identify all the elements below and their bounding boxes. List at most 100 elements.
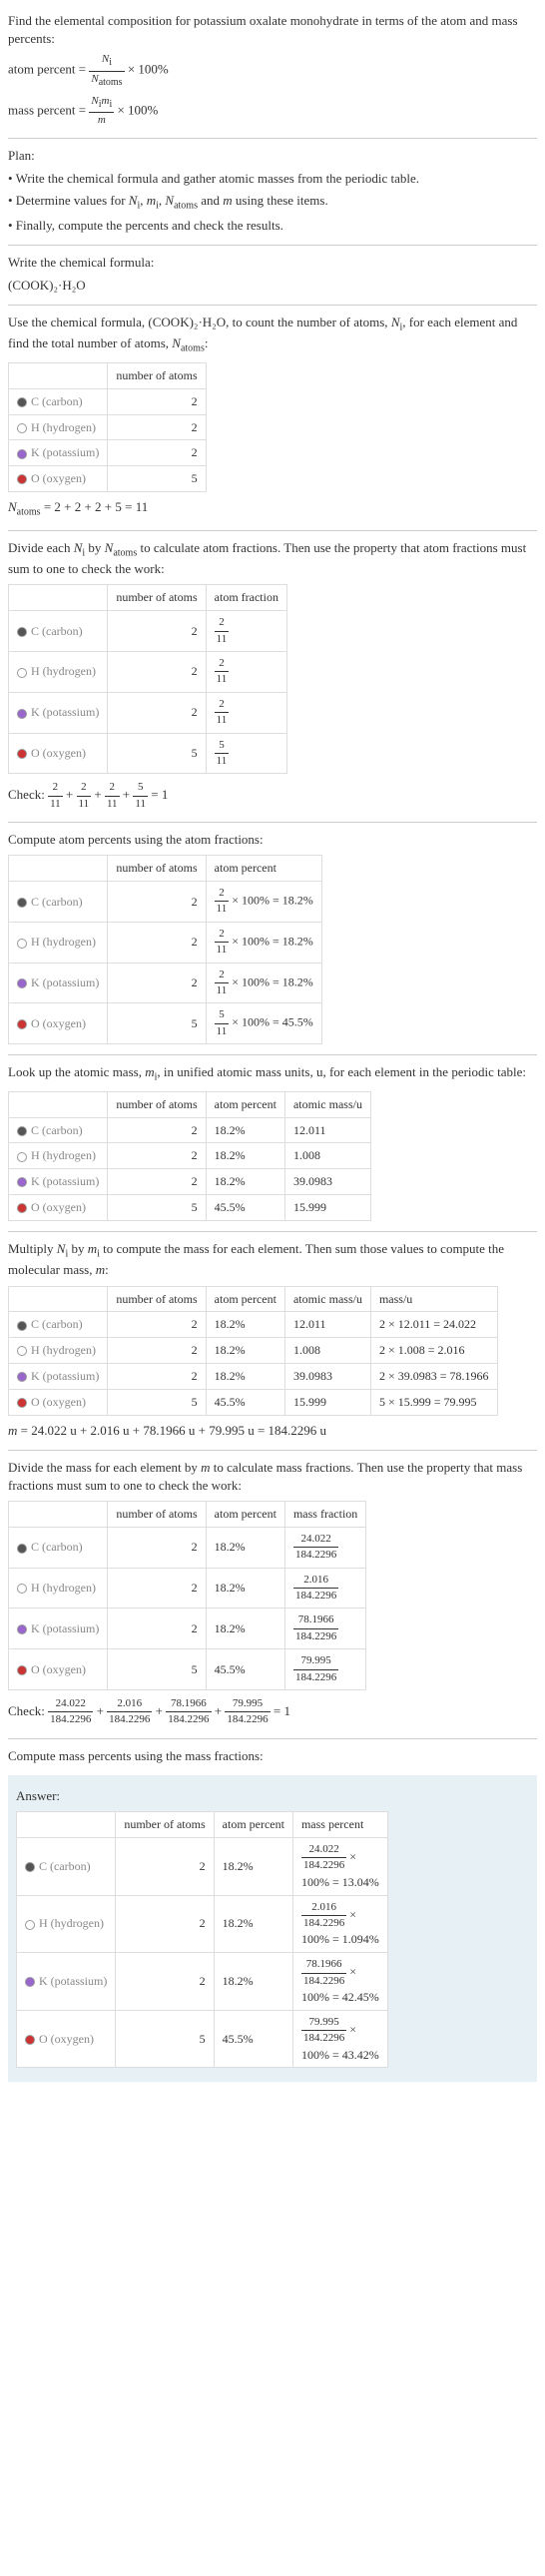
- plan-bullet-2: • Determine values for Ni, mi, Natoms an…: [8, 192, 537, 214]
- atomicmass-table: number of atomsatom percentatomic mass/u…: [8, 1091, 371, 1221]
- element-dot-icon: [17, 1398, 27, 1408]
- molmass-table: number of atomsatom percentatomic mass/u…: [8, 1286, 498, 1416]
- element-dot-icon: [17, 1372, 27, 1382]
- massfrac-section: Divide the mass for each element by m to…: [8, 1459, 537, 1728]
- element-dot-icon: [17, 1624, 27, 1634]
- table-row: C (carbon)218.2%12.0112 × 12.011 = 24.02…: [9, 1312, 498, 1338]
- table-row: K (potassium)2211 × 100% = 18.2%: [9, 963, 322, 1003]
- atomicmass-intro: Look up the atomic mass, mi, in unified …: [8, 1063, 537, 1085]
- answer-label: Answer:: [16, 1787, 529, 1805]
- table-row: C (carbon)2211 × 100% = 18.2%: [9, 882, 322, 923]
- atompct-intro: Compute atom percents using the atom fra…: [8, 831, 537, 849]
- table-row: O (oxygen)545.5%79.995184.2296: [9, 1649, 366, 1690]
- formula-label: Write the chemical formula:: [8, 254, 537, 272]
- element-dot-icon: [17, 898, 27, 908]
- atomicmass-section: Look up the atomic mass, mi, in unified …: [8, 1063, 537, 1221]
- table-row: H (hydrogen)218.2%1.0082 × 1.008 = 2.016: [9, 1338, 498, 1364]
- element-dot-icon: [17, 668, 27, 678]
- table-row: K (potassium)2211: [9, 692, 287, 733]
- table-row: H (hydrogen)218.2%2.016184.2296 × 100% =…: [17, 1895, 388, 1953]
- element-dot-icon: [17, 1346, 27, 1356]
- table-row: K (potassium)218.2%78.1966184.2296: [9, 1609, 366, 1649]
- element-dot-icon: [17, 474, 27, 484]
- table-row: H (hydrogen)218.2%1.008: [9, 1143, 371, 1169]
- table-row: C (carbon)2: [9, 388, 207, 414]
- atom-percent-formula: atom percent = NiNatoms × 100%: [8, 52, 537, 89]
- intro-text: Find the elemental composition for potas…: [8, 12, 537, 48]
- plan-bullet-1: • Write the chemical formula and gather …: [8, 170, 537, 188]
- element-dot-icon: [17, 1584, 27, 1594]
- formula-section: Write the chemical formula: (COOK)₂·H₂O: [8, 254, 537, 294]
- table-row: K (potassium)218.2%39.09832 × 39.0983 = …: [9, 1363, 498, 1389]
- element-dot-icon: [17, 978, 27, 988]
- element-dot-icon: [25, 1862, 35, 1872]
- molmass-section: Multiply Ni by mi to compute the mass fo…: [8, 1240, 537, 1440]
- element-dot-icon: [17, 1019, 27, 1029]
- element-dot-icon: [17, 1126, 27, 1136]
- divider: [8, 530, 537, 531]
- element-dot-icon: [25, 1977, 35, 1987]
- table-row: O (oxygen)5: [9, 466, 207, 492]
- table-row: C (carbon)218.2%12.011: [9, 1117, 371, 1143]
- table-row: O (oxygen)5511: [9, 733, 287, 774]
- table-row: K (potassium)218.2%78.1966184.2296 × 100…: [17, 1953, 388, 2011]
- element-dot-icon: [17, 749, 27, 759]
- massfrac-intro: Divide the mass for each element by m to…: [8, 1459, 537, 1495]
- element-dot-icon: [17, 709, 27, 719]
- table-row: O (oxygen)545.5%15.999: [9, 1195, 371, 1221]
- table-row: K (potassium)218.2%39.0983: [9, 1169, 371, 1195]
- atomfrac-intro: Divide each Ni by Natoms to calculate at…: [8, 539, 537, 579]
- divider: [8, 1231, 537, 1232]
- table-row: O (oxygen)545.5%15.9995 × 15.999 = 79.99…: [9, 1389, 498, 1415]
- table-row: O (oxygen)5511 × 100% = 45.5%: [9, 1003, 322, 1044]
- divider: [8, 1738, 537, 1739]
- divider: [8, 1054, 537, 1055]
- formula-text: (COOK)₂·H₂O: [8, 277, 537, 295]
- count-section: Use the chemical formula, (COOK)₂·H₂O, t…: [8, 314, 537, 520]
- molmass-intro: Multiply Ni by mi to compute the mass fo…: [8, 1240, 537, 1280]
- element-dot-icon: [17, 449, 27, 459]
- plan-bullet-3: • Finally, compute the percents and chec…: [8, 217, 537, 235]
- atomfrac-section: Divide each Ni by Natoms to calculate at…: [8, 539, 537, 812]
- table-row: H (hydrogen)2211: [9, 651, 287, 692]
- massfrac-table: number of atomsatom percentmass fraction…: [8, 1501, 366, 1690]
- atomfrac-check: Check: 211 + 211 + 211 + 511 = 1: [8, 780, 537, 812]
- element-dot-icon: [17, 939, 27, 949]
- plan-header: Plan:: [8, 147, 537, 165]
- atompct-table: number of atomsatom percent C (carbon)22…: [8, 855, 322, 1044]
- table-row: C (carbon)2211: [9, 611, 287, 652]
- element-dot-icon: [17, 627, 27, 637]
- table-row: O (oxygen)545.5%79.995184.2296 × 100% = …: [17, 2010, 388, 2068]
- table-row: H (hydrogen)218.2%2.016184.2296: [9, 1568, 366, 1609]
- element-dot-icon: [25, 2035, 35, 2045]
- molmass-total: m = 24.022 u + 2.016 u + 78.1966 u + 79.…: [8, 1422, 537, 1440]
- element-dot-icon: [17, 1152, 27, 1162]
- element-dot-icon: [25, 1920, 35, 1930]
- answer-box: Answer: number of atomsatom percentmass …: [8, 1775, 537, 2082]
- element-dot-icon: [17, 1177, 27, 1187]
- element-dot-icon: [17, 1665, 27, 1675]
- table-row: C (carbon)218.2%24.022184.2296: [9, 1527, 366, 1568]
- divider: [8, 1450, 537, 1451]
- divider: [8, 138, 537, 139]
- divider: [8, 245, 537, 246]
- count-total: Natoms = 2 + 2 + 2 + 5 = 11: [8, 498, 537, 520]
- divider: [8, 305, 537, 306]
- atomfrac-table: number of atomsatom fraction C (carbon)2…: [8, 584, 287, 774]
- mass-percent-formula: mass percent = Nimim × 100%: [8, 94, 537, 129]
- masspct-intro: Compute mass percents using the mass fra…: [8, 1747, 537, 1765]
- count-intro: Use the chemical formula, (COOK)₂·H₂O, t…: [8, 314, 537, 356]
- count-table: number of atoms C (carbon)2 H (hydrogen)…: [8, 362, 207, 492]
- massfrac-check: Check: 24.022184.2296 + 2.016184.2296 + …: [8, 1696, 537, 1728]
- element-dot-icon: [17, 1321, 27, 1331]
- intro-section: Find the elemental composition for potas…: [8, 12, 537, 128]
- element-dot-icon: [17, 423, 27, 433]
- divider: [8, 822, 537, 823]
- atompct-section: Compute atom percents using the atom fra…: [8, 831, 537, 1044]
- answer-table: number of atomsatom percentmass percent …: [16, 1811, 388, 2068]
- table-row: H (hydrogen)2211 × 100% = 18.2%: [9, 922, 322, 963]
- element-dot-icon: [17, 1203, 27, 1213]
- table-row: K (potassium)2: [9, 440, 207, 466]
- table-row: C (carbon)218.2%24.022184.2296 × 100% = …: [17, 1838, 388, 1896]
- plan-section: Plan: • Write the chemical formula and g…: [8, 147, 537, 235]
